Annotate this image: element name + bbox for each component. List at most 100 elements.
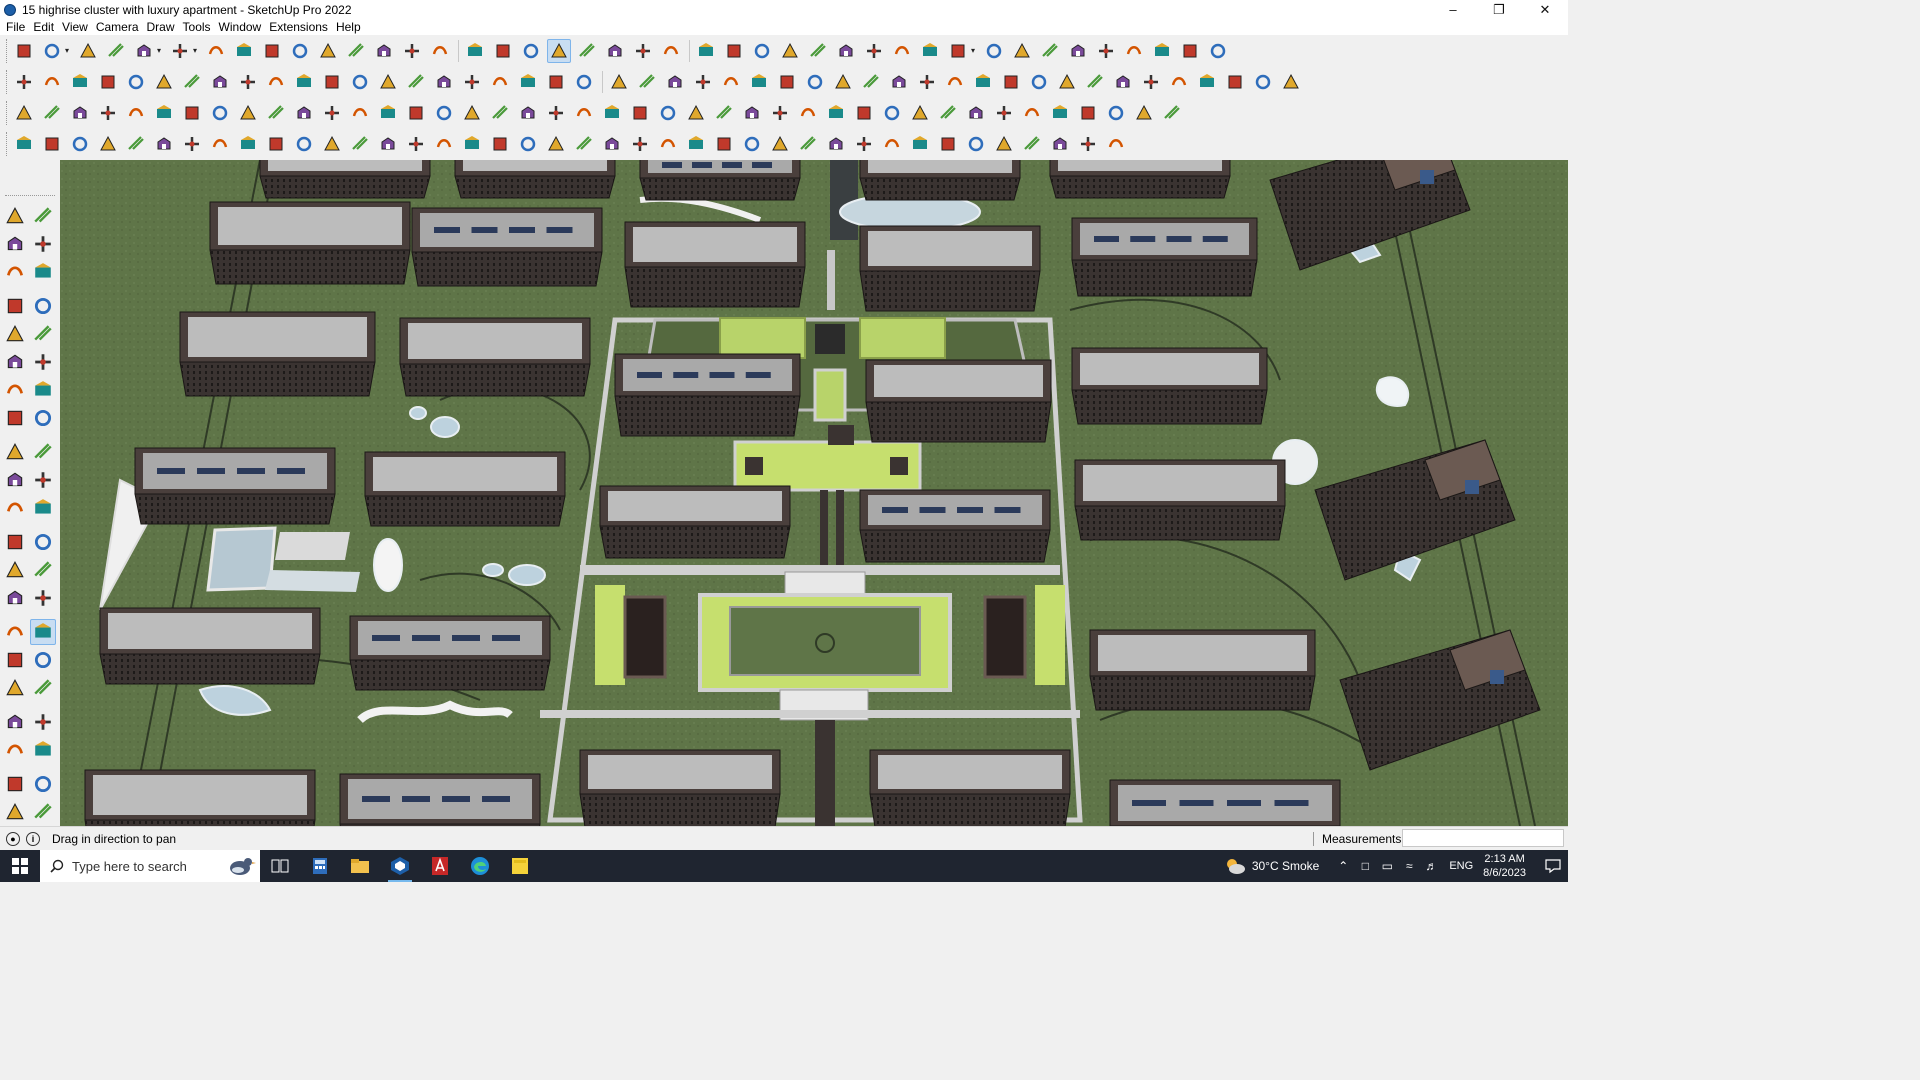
- shell-icon[interactable]: [264, 132, 288, 156]
- highrise-building[interactable]: [209, 201, 411, 285]
- extrude-icon[interactable]: [1139, 70, 1163, 94]
- position-camera-icon[interactable]: [2, 709, 28, 735]
- sketchup-taskbar-icon[interactable]: [380, 850, 420, 882]
- railing-icon[interactable]: [348, 132, 372, 156]
- styles-icon[interactable]: [2, 771, 28, 797]
- ortho-icon[interactable]: [348, 101, 372, 125]
- polygons-icon[interactable]: [460, 70, 484, 94]
- text-icon[interactable]: [30, 557, 56, 583]
- push-pull-extended-icon[interactable]: [691, 70, 715, 94]
- solid-icon[interactable]: [572, 70, 596, 94]
- protractor-icon[interactable]: [2, 557, 28, 583]
- unfold-icon[interactable]: [656, 132, 680, 156]
- polyline-icon[interactable]: [684, 101, 708, 125]
- draw-edge-icon[interactable]: [12, 132, 36, 156]
- rotate-icon[interactable]: [1178, 39, 1202, 63]
- plane-blue-icon[interactable]: [12, 101, 36, 125]
- window-frame-icon[interactable]: [880, 132, 904, 156]
- arc-3point-icon[interactable]: [30, 405, 56, 431]
- panel-icon[interactable]: [488, 132, 512, 156]
- corner-icon[interactable]: [292, 132, 316, 156]
- unfold-icon[interactable]: [152, 132, 176, 156]
- lattice-icon[interactable]: [124, 132, 148, 156]
- orbit-icon[interactable]: [428, 39, 452, 63]
- materials-icon[interactable]: [1223, 70, 1247, 94]
- highrise-building[interactable]: [99, 607, 321, 685]
- warehouse-icon[interactable]: [890, 39, 914, 63]
- camera-icon[interactable]: [806, 39, 830, 63]
- highrise-building[interactable]: [454, 160, 616, 199]
- arcs-icon[interactable]: [1083, 70, 1107, 94]
- select-icon[interactable]: [2, 203, 28, 229]
- highrise-building[interactable]: [1071, 217, 1258, 297]
- section-icon[interactable]: [740, 101, 764, 125]
- chamfer-icon[interactable]: [96, 132, 120, 156]
- styles-icon[interactable]: [1251, 70, 1275, 94]
- grid-lines-icon[interactable]: [460, 132, 484, 156]
- move-y-icon[interactable]: [747, 70, 771, 94]
- plane-yellow-icon[interactable]: [40, 101, 64, 125]
- highrise-building[interactable]: [614, 353, 801, 437]
- site-model-render[interactable]: [60, 160, 1568, 826]
- section-plane-icon[interactable]: [30, 737, 56, 763]
- circles-icon[interactable]: [432, 70, 456, 94]
- array-icon[interactable]: [180, 101, 204, 125]
- grid-icon[interactable]: [964, 101, 988, 125]
- bezier-icon[interactable]: [1048, 132, 1072, 156]
- fillet-icon[interactable]: [68, 132, 92, 156]
- menu-file[interactable]: File: [2, 19, 29, 35]
- info-icon[interactable]: i: [26, 831, 40, 846]
- text-3d-icon[interactable]: [376, 70, 400, 94]
- paint-icon[interactable]: [516, 70, 540, 94]
- camera-tray-icon[interactable]: □: [1355, 856, 1375, 876]
- text-icon[interactable]: [372, 39, 396, 63]
- highrise-building[interactable]: [869, 749, 1071, 826]
- move-z-icon[interactable]: [775, 70, 799, 94]
- previous-icon[interactable]: [30, 675, 56, 701]
- menu-view[interactable]: View: [58, 19, 92, 35]
- shadows-icon[interactable]: [30, 771, 56, 797]
- spline-icon[interactable]: [320, 101, 344, 125]
- window-frame-icon[interactable]: [376, 132, 400, 156]
- ortho-icon[interactable]: [880, 101, 904, 125]
- taskbar-search[interactable]: Type here to search: [40, 850, 260, 882]
- cluster-icon[interactable]: [1048, 101, 1072, 125]
- roof-truss-icon[interactable]: [908, 132, 932, 156]
- menu-window[interactable]: Window: [215, 19, 266, 35]
- select-icon[interactable]: [946, 39, 970, 63]
- task-view-icon[interactable]: [260, 850, 300, 882]
- plane-red-icon[interactable]: [628, 101, 652, 125]
- highrise-building[interactable]: [179, 311, 376, 397]
- highrise-building[interactable]: [1089, 629, 1316, 711]
- roof-icon[interactable]: [264, 70, 288, 94]
- rectangle-icon[interactable]: [1066, 39, 1090, 63]
- highrise-building[interactable]: [1049, 160, 1231, 199]
- railing-icon[interactable]: [852, 132, 876, 156]
- toolbar-grip[interactable]: [6, 100, 9, 125]
- highrise-building[interactable]: [411, 207, 603, 287]
- menu-extensions[interactable]: Extensions: [265, 19, 332, 35]
- edge-icon[interactable]: [460, 850, 500, 882]
- stair-icon[interactable]: [824, 132, 848, 156]
- push-pull-extended-icon[interactable]: [96, 70, 120, 94]
- spline-icon[interactable]: [852, 101, 876, 125]
- zoom-window-icon[interactable]: [30, 647, 56, 673]
- walls-icon[interactable]: [320, 70, 344, 94]
- menu-draw[interactable]: Draw: [143, 19, 179, 35]
- plane-green-icon[interactable]: [600, 101, 624, 125]
- model-viewport[interactable]: [60, 160, 1568, 826]
- tape-icon[interactable]: [30, 259, 56, 285]
- terrain-icon[interactable]: [348, 70, 372, 94]
- draw-edge-icon[interactable]: [516, 132, 540, 156]
- freehand-icon[interactable]: [30, 293, 56, 319]
- toolbar-grip[interactable]: [6, 69, 9, 94]
- sandbox-icon[interactable]: [236, 70, 260, 94]
- tape-icon[interactable]: [404, 70, 428, 94]
- redo-icon[interactable]: [862, 39, 886, 63]
- chevron-up-icon[interactable]: ⌃: [1333, 856, 1353, 876]
- highrise-building[interactable]: [134, 447, 336, 525]
- highrise-building[interactable]: [579, 749, 781, 826]
- walls-icon[interactable]: [915, 70, 939, 94]
- plane-red-icon[interactable]: [96, 101, 120, 125]
- zoom-extents-icon[interactable]: [918, 39, 942, 63]
